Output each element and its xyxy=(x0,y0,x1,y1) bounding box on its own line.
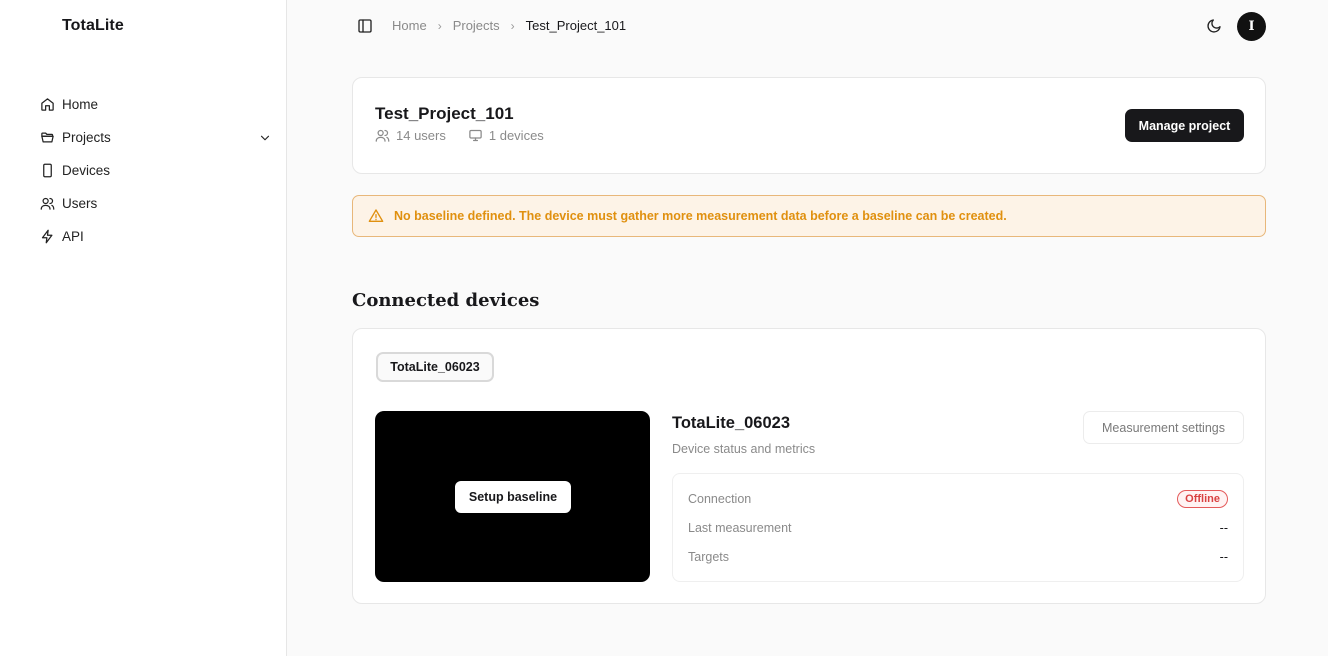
sidebar-item-home[interactable]: Home xyxy=(40,88,272,121)
status-badge: Offline xyxy=(1177,490,1228,508)
sidebar-item-label: Users xyxy=(62,196,98,211)
section-title: Connected devices xyxy=(352,290,540,311)
breadcrumb-projects[interactable]: Projects xyxy=(453,18,500,33)
users-count: 14 users xyxy=(375,128,446,143)
chevron-right-icon: › xyxy=(510,18,515,33)
users-icon xyxy=(375,129,390,142)
baseline-warning-alert: No baseline defined. The device must gat… xyxy=(352,195,1266,237)
metric-row-last-measurement: Last measurement -- xyxy=(688,521,1228,535)
bolt-icon xyxy=(41,229,53,244)
sidebar-toggle-icon[interactable] xyxy=(357,18,373,34)
device-metrics-panel: Connection Offline Last measurement -- T… xyxy=(672,473,1244,582)
device-subtitle: Device status and metrics xyxy=(672,442,816,456)
sidebar-item-label: Home xyxy=(62,97,99,112)
metric-value: -- xyxy=(1219,550,1228,564)
device-video-preview: Setup baseline xyxy=(375,411,650,582)
metric-value: -- xyxy=(1219,521,1228,535)
sidebar-item-devices[interactable]: Devices xyxy=(40,154,272,187)
sidebar-item-label: API xyxy=(62,229,84,244)
brand-logo[interactable]: TotaLite xyxy=(62,17,124,35)
warning-icon xyxy=(368,209,384,222)
breadcrumb-home[interactable]: Home xyxy=(392,18,427,33)
sidebar-item-label: Devices xyxy=(62,163,111,178)
top-bar: Home › Projects › Test_Project_101 I xyxy=(287,0,1328,52)
project-meta: 14 users 1 devices xyxy=(375,128,566,143)
metric-label: Last measurement xyxy=(688,521,792,535)
devices-count-label: 1 devices xyxy=(488,128,544,143)
sidebar-item-api[interactable]: API xyxy=(40,220,272,253)
monitor-icon xyxy=(469,129,482,142)
devices-count: 1 devices xyxy=(468,128,544,143)
device-icon xyxy=(43,163,52,178)
setup-baseline-button[interactable]: Setup baseline xyxy=(455,481,571,513)
connected-devices-card: TotaLite_06023 Setup baseline TotaLite_0… xyxy=(352,328,1266,604)
metric-label: Targets xyxy=(688,550,729,564)
manage-project-button[interactable]: Manage project xyxy=(1125,109,1244,142)
project-title: Test_Project_101 xyxy=(375,104,514,123)
measurement-settings-button[interactable]: Measurement settings xyxy=(1083,411,1244,444)
users-icon xyxy=(40,197,55,210)
sidebar: TotaLite Home Projects Devices Users API xyxy=(0,0,287,656)
metric-label: Connection xyxy=(688,492,752,506)
folder-icon xyxy=(41,132,54,143)
sidebar-item-users[interactable]: Users xyxy=(40,187,272,220)
sidebar-item-projects[interactable]: Projects xyxy=(40,121,272,154)
chevron-right-icon: › xyxy=(437,18,442,33)
home-icon xyxy=(41,98,54,111)
sidebar-nav: Home Projects Devices Users API xyxy=(40,88,272,253)
project-summary-card: Test_Project_101 14 users 1 devices Mana… xyxy=(352,77,1266,174)
users-count-label: 14 users xyxy=(396,128,446,143)
chevron-down-icon[interactable] xyxy=(258,131,272,145)
avatar[interactable]: I xyxy=(1237,12,1266,41)
alert-text: No baseline defined. The device must gat… xyxy=(394,209,1007,223)
sidebar-item-label: Projects xyxy=(62,130,111,145)
metric-row-connection: Connection Offline xyxy=(688,490,1228,508)
breadcrumb-current: Test_Project_101 xyxy=(525,18,627,33)
tab-device[interactable]: TotaLite_06023 xyxy=(376,352,494,382)
metric-row-targets: Targets -- xyxy=(688,550,1228,564)
main-content: Home › Projects › Test_Project_101 I Tes… xyxy=(287,0,1328,656)
theme-toggle-icon[interactable] xyxy=(1206,18,1222,34)
device-name: TotaLite_06023 xyxy=(672,414,790,432)
breadcrumb: Home › Projects › Test_Project_101 xyxy=(392,18,626,33)
